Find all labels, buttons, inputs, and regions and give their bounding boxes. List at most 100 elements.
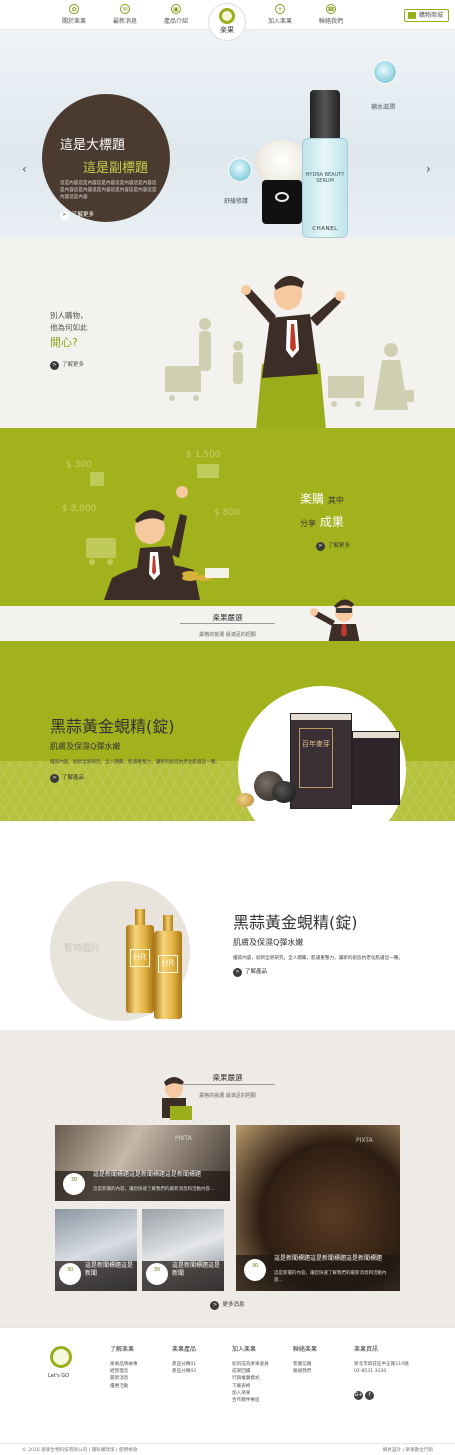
box-icon: ▣ [171, 4, 181, 14]
footer-col-contact: 聯絡楽果 客服信箱 聯絡我們 [293, 1344, 353, 1375]
social-links: G+ f [354, 1381, 444, 1401]
shop-button-label: 購物商城 [418, 12, 443, 19]
water-drop-icon [228, 158, 252, 182]
product2-title: 黑蒜黃金蜆精(錠) [233, 913, 358, 932]
hero-more-button[interactable]: > 了解更多 [60, 210, 94, 220]
product2-description: 優質內容，創新全新研究，全人關藥，肌膚重整力，讓新的創造抗老化肌膚這一種。 [233, 956, 403, 961]
product2-more-button[interactable]: > 了解產品 [233, 967, 267, 977]
footer-link[interactable]: 產品分類02 [172, 1368, 232, 1375]
footer-link[interactable]: 行銷推廣模式 [232, 1375, 292, 1382]
shopping-bag-icon [407, 12, 416, 19]
footer-link[interactable]: 如何成為楽果會員 [232, 1361, 292, 1368]
happy-more-label: 了解更多 [62, 362, 85, 368]
footer-link[interactable]: 合作夥伴專區 [232, 1397, 292, 1404]
black-garlic-image [272, 781, 296, 803]
water-drop-icon [373, 60, 397, 84]
footer-col-heading: 楽果資訊 [354, 1346, 379, 1353]
nav-news[interactable]: ✉ 最新消息 [103, 4, 147, 25]
serum-vial-image: HR [126, 909, 154, 1013]
nav-contact-label: 聯絡我們 [318, 18, 343, 25]
nav-join[interactable]: + 加入楽果 [258, 4, 302, 25]
footer-col-heading: 楽果產品 [172, 1346, 197, 1353]
news-section: 楽果嚴選 嚴格的挑選 最滿足的把關 PIXTA 30 這是新聞標題這是新聞標題這… [0, 1030, 455, 1327]
address-text: 新北市新莊區中正路110號 [354, 1362, 409, 1367]
news-card[interactable]: PIXTA 30 這是新聞標題這是新聞標題這是新聞標題 這是新聞的內容，讓您快速… [55, 1125, 230, 1201]
cream-jar-image [262, 180, 302, 224]
news-more-label: 更多消息 [222, 1302, 245, 1308]
selection-title: 楽果嚴選 [212, 613, 243, 622]
news-headline: 這是新聞標題這是新聞標題這是新聞標題 [93, 1171, 202, 1178]
news-card[interactable]: 30 這是新聞標題這是新聞 [55, 1209, 137, 1291]
top-nav: ✿ 關於楽果 ✉ 最新消息 ▣ 產品介紹 楽果 + 加入楽果 ☎ 聯絡我們 購物… [0, 0, 455, 41]
share-t2-big: 成果 [319, 515, 344, 529]
date-badge: 30 [244, 1259, 266, 1281]
date-badge: 30 [59, 1263, 81, 1285]
phone-icon: ☎ [326, 4, 336, 14]
footer-link[interactable]: 下載表格 [232, 1383, 292, 1390]
product-box-image [352, 731, 400, 805]
news-icon: ✉ [120, 4, 130, 14]
share-heading-2: 分享 成果 [300, 513, 344, 530]
footer-link[interactable]: 產品分類01 [172, 1361, 232, 1368]
placeholder-label: 暫時圖片 [64, 944, 101, 954]
selection-header: 楽果嚴選 嚴格的挑選 最滿足的把關 [0, 599, 455, 644]
news-card[interactable]: 30 這是新聞標題這是新聞 [142, 1209, 224, 1291]
hero-subtitle: 這是副標題 [82, 161, 148, 176]
footer-link[interactable]: 楽果品牌故事 [110, 1361, 170, 1368]
news-more-button[interactable]: > 更多消息 [0, 1300, 455, 1310]
footer-link[interactable]: 客服信箱 [293, 1361, 353, 1368]
copyright: © 2016 楽果生物科技有限公司 | 隱私權政策 | 使用條款 [22, 1448, 138, 1453]
footer-col-heading: 加入楽果 [232, 1346, 257, 1353]
badge-left-label: 舒緩修護 [224, 198, 249, 205]
news-card[interactable]: PIXTA 30 這是新聞標題這是新聞標題這是新聞標題 這是新聞的內容，讓您快速… [236, 1125, 400, 1291]
product1-more-button[interactable]: > 了解產品 [50, 773, 84, 783]
shoppers-illustration [165, 275, 414, 428]
nav-contact[interactable]: ☎ 聯絡我們 [309, 4, 353, 25]
happy-more-button[interactable]: > 了解更多 [50, 360, 84, 370]
footer-link[interactable]: 成果回饋 [232, 1368, 292, 1375]
lime-logo-icon[interactable] [50, 1346, 72, 1368]
share-more-button[interactable]: > 了解更多 [316, 541, 350, 551]
site-logo[interactable]: 楽果 [208, 3, 246, 41]
selection-subtitle: 嚴格的挑選 最滿足的把關 [199, 632, 256, 638]
footer-link[interactable]: 加入楽果 [232, 1390, 292, 1397]
share-heading-1: 楽購 其中 [300, 490, 344, 507]
businessman-illustration [86, 464, 229, 600]
divider [180, 1084, 275, 1085]
footer-col-heading: 聯絡楽果 [293, 1346, 318, 1353]
nav-products-label: 產品介紹 [163, 18, 188, 25]
product1-subtitle: 肌膚及保濕Q彈水嫩 [50, 742, 121, 751]
shop-button[interactable]: 購物商城 [403, 9, 449, 22]
footer-link[interactable]: 聯絡我們 [293, 1368, 353, 1375]
share-t1-small: 其中 [327, 496, 344, 505]
watermark: PIXTA [175, 1135, 192, 1142]
product-box-image: 百年麥芽 [290, 713, 352, 809]
arrow-right-icon: > [233, 968, 242, 977]
footer-link[interactable]: 最新消息 [110, 1375, 170, 1382]
facebook-icon[interactable]: f [365, 1391, 374, 1401]
bottle-brand: CHANEL [312, 226, 338, 232]
google-plus-icon[interactable]: G+ [354, 1391, 363, 1401]
nav-about-label: 關於楽果 [61, 18, 86, 25]
hero-more-label: 了解更多 [72, 212, 95, 218]
footer: Let's GO 了解楽果 楽果品牌故事 經營理念 最新消息 優惠活動 楽果產品… [0, 1327, 455, 1443]
happy-question-line-2: 他為何如此 [50, 323, 88, 332]
bottom-bar: © 2016 楽果生物科技有限公司 | 隱私權政策 | 使用條款 網頁設計 | … [0, 1443, 455, 1455]
product-feature-2: HR HR 暫時圖片 黑蒜黃金蜆精(錠) 肌膚及保濕Q彈水嫩 優質內容，創新全新… [0, 821, 455, 1030]
box-label: 百年麥芽 [299, 728, 333, 788]
happy-question-line-1: 別人購物， [50, 311, 88, 320]
news-headline: 這是新聞標題這是新聞 [85, 1262, 134, 1277]
brand-mark-icon [275, 192, 289, 202]
nav-about[interactable]: ✿ 關於楽果 [52, 4, 96, 25]
footer-link[interactable]: 經營理念 [110, 1368, 170, 1375]
footer-col-about: 了解楽果 楽果品牌故事 經營理念 最新消息 優惠活動 [110, 1344, 170, 1390]
share-t1-big: 楽購 [300, 492, 325, 506]
user-plus-icon: + [275, 4, 285, 14]
product1-more-label: 了解產品 [62, 775, 85, 781]
nav-products[interactable]: ▣ 產品介紹 [154, 4, 198, 25]
next-slide-icon[interactable]: › [426, 162, 431, 176]
prev-slide-icon[interactable]: ‹ [22, 162, 27, 176]
credit-link[interactable]: 網頁設計 | 楽果數位行銷 [383, 1447, 433, 1453]
footer-col-join: 加入楽果 如何成為楽果會員 成果回饋 行銷推廣模式 下載表格 加入楽果 合作夥伴… [232, 1344, 292, 1404]
footer-link[interactable]: 優惠活動 [110, 1383, 170, 1390]
